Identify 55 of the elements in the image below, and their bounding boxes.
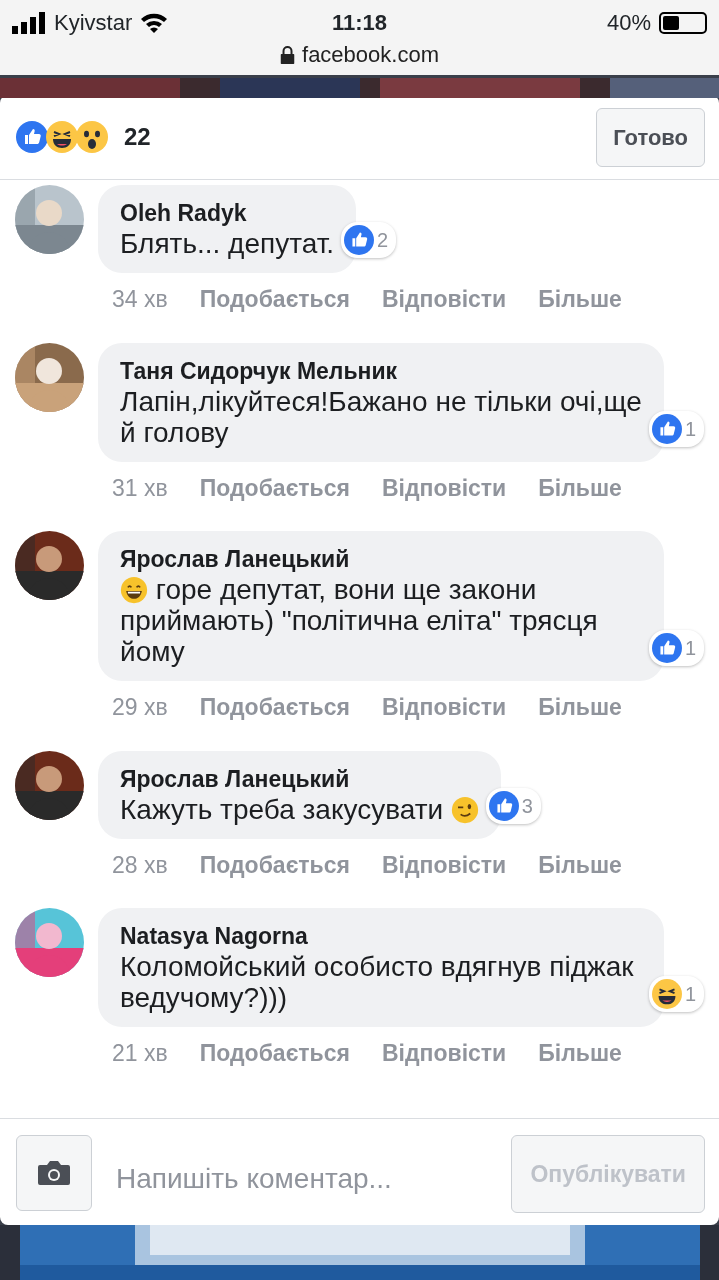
action-link[interactable]: Більше xyxy=(538,282,622,317)
reaction-badge[interactable]: 1 xyxy=(648,630,704,666)
reaction-badge[interactable]: 3 xyxy=(485,787,541,824)
wifi-icon xyxy=(140,11,169,34)
camera-button[interactable] xyxy=(16,1135,92,1211)
action-link[interactable]: Подобається xyxy=(199,282,350,317)
reaction-count: 1 xyxy=(684,416,696,442)
comment-text: Лапін,лікуйтеся!Бажано не тільки очі,ще й голову xyxy=(120,385,642,448)
action-link[interactable]: Подобається xyxy=(199,1036,350,1071)
action-link[interactable]: Відповісти xyxy=(381,282,507,317)
comment-time: 34 хв xyxy=(112,285,168,314)
action-link[interactable]: Подобається xyxy=(199,847,350,882)
like-icon xyxy=(16,121,48,153)
author-name[interactable]: Таня Сидорчук Мельник xyxy=(120,355,642,386)
camera-icon xyxy=(37,1159,71,1187)
reaction-count: 3 xyxy=(521,793,533,819)
battery-percent: 40% xyxy=(606,9,651,37)
reaction-count: 1 xyxy=(684,982,696,1007)
comment-time: 29 хв xyxy=(112,693,168,722)
comment-time: 28 хв xyxy=(112,850,168,880)
signal-icon xyxy=(12,11,46,34)
action-link[interactable]: Відповісти xyxy=(381,470,507,505)
comment-text: Кажуть треба закусувати xyxy=(120,793,444,825)
author-name[interactable]: Oleh Radyk xyxy=(120,198,335,228)
action-link[interactable]: Більше xyxy=(538,690,622,725)
reaction-badge[interactable]: 1 xyxy=(648,976,704,1012)
author-name[interactable]: Ярослав Ланецький xyxy=(120,763,479,794)
reaction-badge[interactable]: 1 xyxy=(648,410,704,447)
comment-text: горе депутат, вони ще закони приймають) "політична еліта" трясця йому xyxy=(120,574,598,667)
author-name[interactable]: Natasya Nagorna xyxy=(120,921,642,951)
reaction-count: 22 xyxy=(124,122,151,152)
laughing-face-icon xyxy=(46,121,78,153)
clock: 11:18 xyxy=(331,9,388,37)
action-link[interactable]: Більше xyxy=(538,470,622,505)
reaction-count: 1 xyxy=(684,636,696,661)
action-link[interactable]: Подобається xyxy=(199,690,350,725)
battery-icon xyxy=(659,11,707,34)
comment-text: Блять... депутат. xyxy=(120,228,335,259)
surprised-face-icon xyxy=(76,121,108,153)
action-link[interactable]: Більше xyxy=(538,847,622,882)
author-name[interactable]: Ярослав Ланецький xyxy=(120,544,642,574)
carrier-name: Kyivstar xyxy=(54,9,133,37)
action-link[interactable]: Відповісти xyxy=(381,847,507,882)
action-link[interactable]: Відповісти xyxy=(381,1036,507,1071)
action-link[interactable]: Подобається xyxy=(199,470,350,505)
comment-time: 21 хв xyxy=(112,1039,168,1068)
url-text[interactable]: facebook.com xyxy=(302,38,439,71)
comment-text: Коломойський особисто вдягнув піджак ведучому?))) xyxy=(120,951,634,1013)
comment-time: 31 хв xyxy=(112,473,168,503)
done-button[interactable]: Готово xyxy=(596,107,705,167)
reaction-badge[interactable]: 2 xyxy=(341,222,397,258)
action-link[interactable]: Відповісти xyxy=(381,690,507,725)
reaction-count: 2 xyxy=(377,228,389,253)
action-link[interactable]: Більше xyxy=(538,1036,622,1071)
lock-icon xyxy=(280,45,294,64)
